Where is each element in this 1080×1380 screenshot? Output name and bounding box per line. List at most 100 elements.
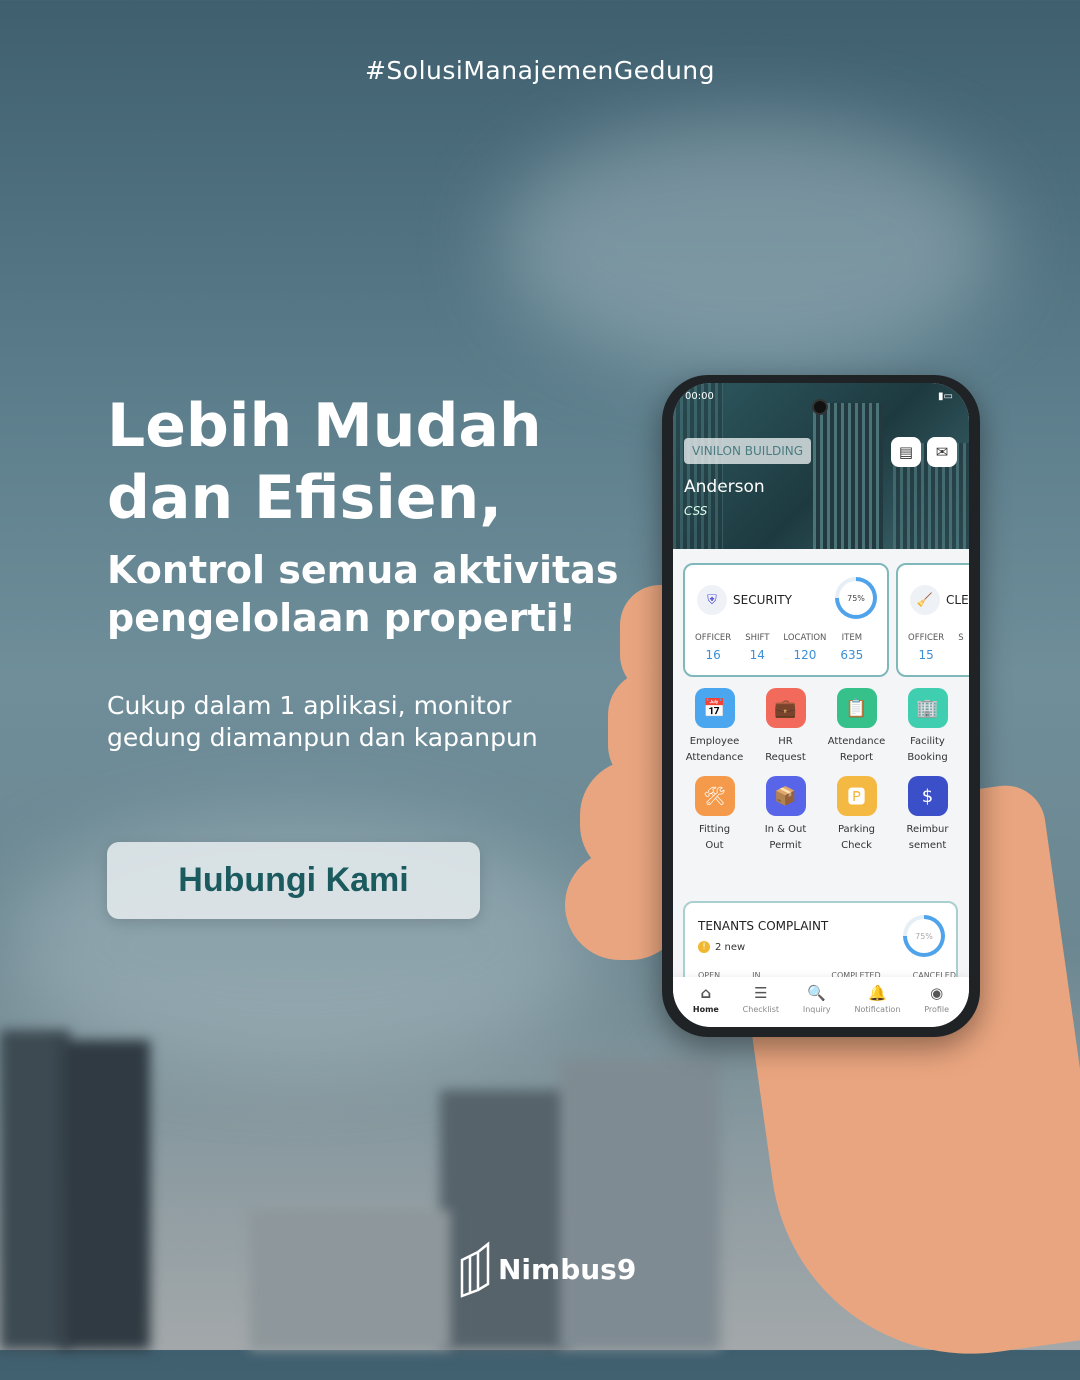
stat: S [958,633,963,662]
nav-notification[interactable]: 🔔 Notification [854,984,900,1014]
brand-logo: Nimbus9 [458,1240,636,1298]
headline-line: dan Efisien, [107,463,502,533]
mail-icon[interactable]: ✉ [927,437,957,467]
stat-value: 15 [918,648,934,662]
new-count-text: 2 new [715,941,746,953]
header-banner: 00:00 ▮▭ VINILON BUILDING ▤ ✉ Anderson CS… [673,383,969,549]
app-menu-item[interactable]: 🛠 Fitting Out [679,776,750,854]
label-line: Reimbur [906,824,949,835]
stat-label: S [958,633,964,643]
app-menu-item[interactable]: 📋 Attendance Report [821,688,892,766]
app-menu-grid: 📅 Employee Attendance 💼 HR Request 📋 Attendance… [679,688,963,854]
label-line: Report [839,752,874,763]
receipt-icon: $ [907,776,948,816]
stats: OFFICER 15 S [908,633,964,662]
status-time: 00:00 [685,391,714,402]
description: Cukup dalam 1 aplikasi, monitor gedung di… [107,690,538,754]
broom-icon: 🧹 [910,585,940,615]
document-icon[interactable]: ▤ [891,437,921,467]
label-line: Parking [837,824,876,835]
app-screen: 00:00 ▮▭ VINILON BUILDING ▤ ✉ Anderson CS… [673,383,969,1027]
app-menu-label: Fitting Out [680,822,750,854]
background-building [560,1060,720,1350]
stats: OFFICER 16 SHIFT 14 LOCATION 120 ITEM 635 [695,633,863,662]
app-menu-label: Attendance Report [822,734,892,766]
stat-label: LOCATION [783,633,827,643]
briefcase-icon: 💼 [765,688,806,728]
stat-value: 120 [793,648,817,662]
nav-label: Home [692,1005,719,1014]
notification-icon: 🔔 [868,984,887,1002]
background-building [440,1090,570,1350]
parking-icon: 🅿 [836,776,877,816]
tower-image [673,383,723,549]
app-menu-item[interactable]: 🏢 Facility Booking [892,688,963,766]
stat: OFFICER 16 [695,633,731,662]
app-menu-item[interactable]: 📅 Employee Attendance [679,688,750,766]
progress-value: 75% [839,581,873,615]
app-menu-label: Facility Booking [893,734,963,766]
app-menu-item[interactable]: $ Reimbur sement [892,776,963,854]
label-line: Fitting [698,824,731,835]
label-line: sement [908,840,947,851]
label-line: Permit [769,840,802,851]
building-selector[interactable]: VINILON BUILDING [684,438,812,464]
tower-image [813,403,883,549]
bottom-nav: ⌂ Home ☰ Checklist 🔍 Inquiry 🔔 Notification ◉ Pro… [673,977,969,1027]
building-icon: 🏢 [907,688,948,728]
progress-value: 75% [907,919,941,953]
home-icon: ⌂ [700,984,712,1002]
label-line: Employee [689,736,740,747]
progress-ring: 75% [903,915,945,957]
nav-label: Notification [854,1005,901,1014]
stat-value: 14 [749,648,765,662]
subheadline-line: Kontrol semua aktivitas [107,548,619,592]
app-menu-item[interactable]: 🅿 Parking Check [821,776,892,854]
trolley-icon: 📦 [765,776,806,816]
label-line: Out [705,840,724,851]
background-building [60,1040,150,1350]
background-building [250,1210,450,1350]
stat: OFFICER 15 [908,633,944,662]
headline-line: Lebih Mudah [107,391,542,461]
app-menu-item[interactable]: 📦 In & Out Permit [750,776,821,854]
stat: LOCATION 120 [783,633,826,662]
label-line: Request [765,752,806,763]
nav-checklist[interactable]: ☰ Checklist [743,984,779,1014]
complaint-title: TENANTS COMPLAINT [698,919,829,933]
phone: 00:00 ▮▭ VINILON BUILDING ▤ ✉ Anderson CS… [662,375,980,1037]
new-count: ! 2 new [698,941,745,953]
battery-icon: ▮▭ [938,391,953,402]
app-menu-item[interactable]: 💼 HR Request [750,688,821,766]
stat-value: 16 [705,648,721,662]
card-title: SECURITY [733,593,792,607]
nav-home[interactable]: ⌂ Home [693,984,719,1014]
app-menu-label: Parking Check [822,822,892,854]
cleaning-card[interactable]: 🧹 CLE OFFICER 15 S [896,563,969,677]
label-line: Facility [910,736,945,747]
nav-label: Inquiry [802,1005,831,1014]
stat-label: SHIFT [745,633,770,643]
brand-name: Nimbus9 [498,1252,637,1286]
checklist-icon: ☰ [754,984,768,1002]
app-menu-label: Reimbur sement [893,822,963,854]
label-line: In & Out [764,824,807,835]
cloud [500,120,1000,370]
description-line: Cukup dalam 1 aplikasi, monitor [107,691,512,720]
hashtag: #SolusiManajemenGedung [364,56,715,85]
stat-label: OFFICER [695,633,732,643]
stat: ITEM 635 [840,633,863,662]
nav-inquiry[interactable]: 🔍 Inquiry [803,984,831,1014]
nav-label: Checklist [742,1005,780,1014]
security-card[interactable]: ⛨ SECURITY 75% OFFICER 16 SHIFT 14 LOCATIO… [683,563,889,677]
app-menu-label: In & Out Permit [751,822,821,854]
contact-us-button[interactable]: Hubungi Kami [107,842,480,919]
inquiry-icon: 🔍 [807,984,827,1002]
nav-profile[interactable]: ◉ Profile [924,984,949,1014]
stat-value: 635 [840,648,864,662]
tools-icon: 🛠 [694,776,735,816]
calendar-user-icon: 📅 [694,688,735,728]
app-menu-label: HR Request [751,734,821,766]
stat-label: ITEM [841,633,863,643]
label-line: Check [841,840,872,851]
